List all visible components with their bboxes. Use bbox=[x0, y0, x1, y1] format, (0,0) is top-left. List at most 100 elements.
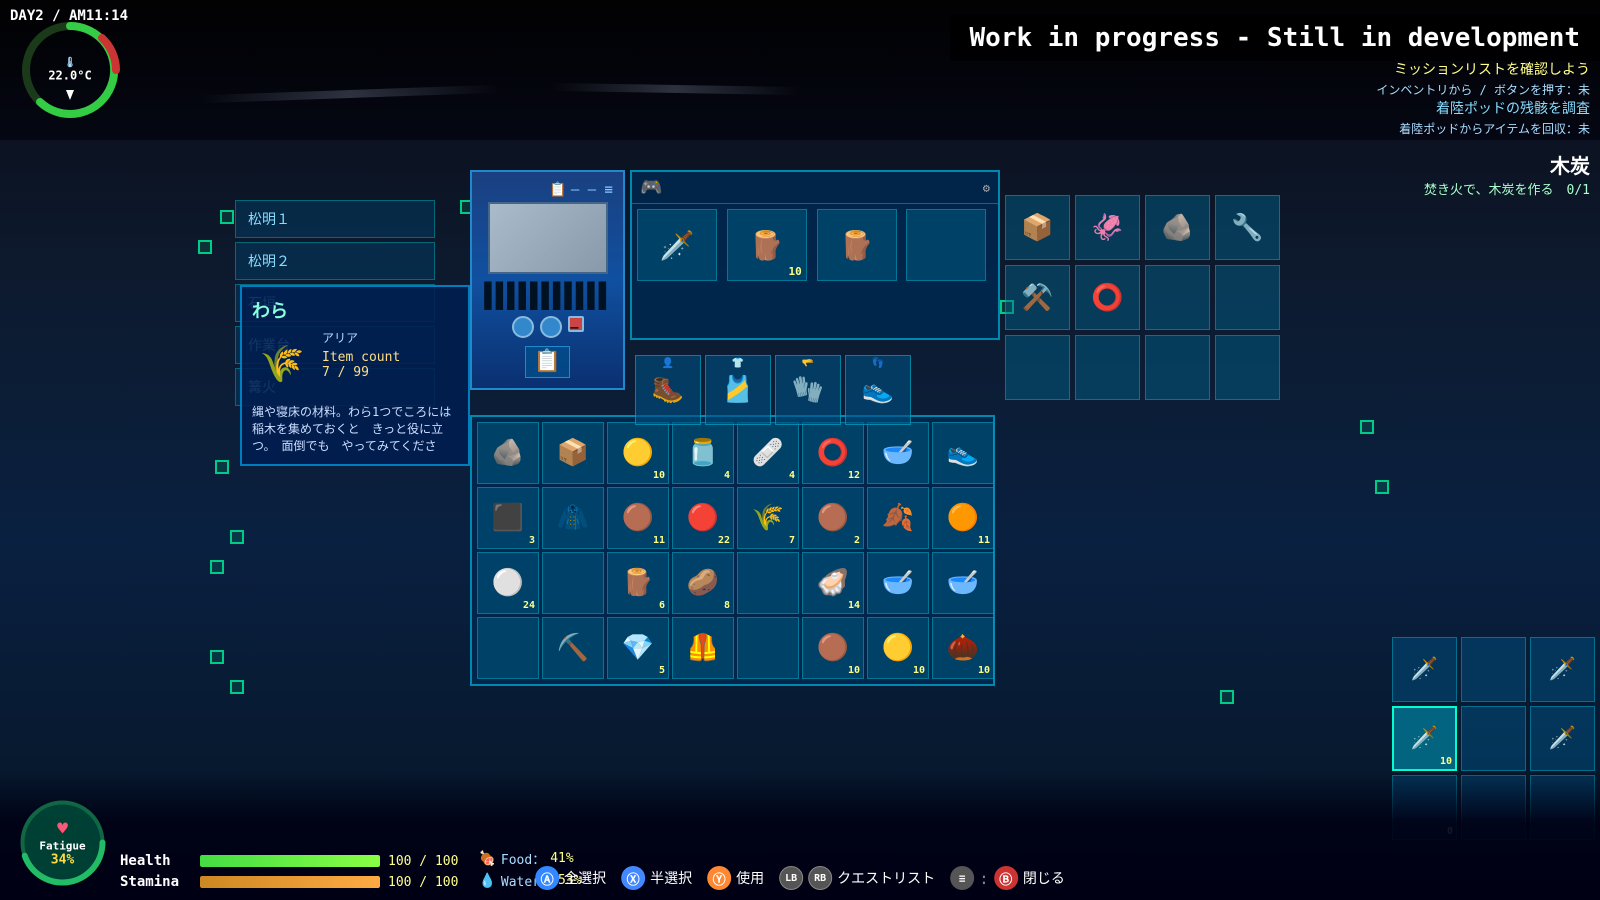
top-bar: DAY2 / AM11:14 🌡 22.0°C Work in progress… bbox=[0, 0, 1600, 140]
right-equip-cell-0[interactable]: 📦 bbox=[1005, 195, 1070, 260]
controller-icon: 🎮 bbox=[640, 177, 662, 198]
br-cell-3[interactable]: 🗡️10 bbox=[1392, 706, 1457, 771]
deco-square bbox=[215, 460, 229, 474]
main-inventory-panel: 🪨📦🟡10🫙4🩹4⭕12🥣👟⬛3🧥🟤11🔴22🌾7🟤2🍂🟠11⚪24🪵6🥔8🦪1… bbox=[470, 415, 995, 686]
device-btn-minus[interactable]: − bbox=[568, 316, 584, 332]
deco-square bbox=[230, 680, 244, 694]
main-inv-cell-25[interactable]: ⛏️ bbox=[542, 617, 604, 679]
br-cell-5[interactable]: 🗡️ bbox=[1530, 706, 1595, 771]
quest-item-1[interactable]: 松明２ bbox=[235, 242, 435, 280]
temperature-value: 🌡 22.0°C bbox=[48, 58, 91, 83]
health-bar-fill bbox=[200, 855, 380, 867]
weapon-slot-0[interactable]: 🗡️ bbox=[637, 209, 717, 281]
deco-square bbox=[210, 650, 224, 664]
mission-panel: ミッションリストを確認しよう インベントリから / ボタンを押す：未 着陸ポッド… bbox=[1376, 60, 1590, 138]
char-slot-0[interactable]: 👤 🥾 bbox=[635, 355, 701, 425]
device-barcode: ▌▌▌▌▌▌▌▌▌▌▌ bbox=[485, 282, 611, 310]
char-slot-3[interactable]: 👣 👟 bbox=[845, 355, 911, 425]
temperature-gauge: 🌡 22.0°C bbox=[20, 20, 120, 120]
main-inv-cell-29[interactable]: 🟤10 bbox=[802, 617, 864, 679]
item-name: 木炭 bbox=[1424, 150, 1590, 179]
char-slot-1[interactable]: 👕 🎽 bbox=[705, 355, 771, 425]
right-equip-cell-11[interactable] bbox=[1215, 335, 1280, 400]
item-info-panel: 木炭 焚き火で、木炭を作る 0/1 bbox=[1424, 150, 1590, 198]
tooltip-desc: 縄や寝床の材料。わら1つでころには 稲木を集めておくと きっと役に立つ。 面倒で… bbox=[252, 404, 458, 454]
upper-grid-panel: 🎮 ⚙ 🗡️ 🪵 10 🪵 bbox=[630, 170, 1000, 340]
right-equip-cell-10[interactable] bbox=[1145, 335, 1210, 400]
main-inv-cell-1[interactable]: 📦 bbox=[542, 422, 604, 484]
main-inv-cell-17[interactable] bbox=[542, 552, 604, 614]
quest-item-0[interactable]: 松明１ bbox=[235, 200, 435, 238]
main-inv-cell-3[interactable]: 🫙4 bbox=[672, 422, 734, 484]
action-select-all[interactable]: Ⓐ 全選択 bbox=[535, 866, 606, 890]
stamina-bar-bg bbox=[200, 876, 380, 888]
weapon-slot-3[interactable] bbox=[906, 209, 986, 281]
main-inv-cell-27[interactable]: 🦺 bbox=[672, 617, 734, 679]
action-half-select[interactable]: Ⓧ 半選択 bbox=[621, 866, 692, 890]
main-inv-cell-9[interactable]: 🧥 bbox=[542, 487, 604, 549]
main-inv-cell-16[interactable]: ⚪24 bbox=[477, 552, 539, 614]
grid-header: 🎮 ⚙ bbox=[632, 172, 998, 204]
main-inv-cell-18[interactable]: 🪵6 bbox=[607, 552, 669, 614]
right-equip-cell-4[interactable]: ⚒️ bbox=[1005, 265, 1070, 330]
action-use[interactable]: Ⓨ 使用 bbox=[707, 866, 764, 890]
action-close[interactable]: ≡ : Ⓑ 閉じる bbox=[950, 866, 1065, 890]
right-equip-cell-5[interactable]: ⭕ bbox=[1075, 265, 1140, 330]
main-inv-cell-26[interactable]: 💎5 bbox=[607, 617, 669, 679]
health-row: Health 100 / 100 bbox=[120, 853, 458, 869]
main-inv-cell-7[interactable]: 👟 bbox=[932, 422, 994, 484]
main-inv-cell-28[interactable] bbox=[737, 617, 799, 679]
action-quest-list[interactable]: LB RB クエストリスト bbox=[779, 866, 935, 890]
upper-weapon-grid: 🗡️ 🪵 10 🪵 bbox=[632, 204, 998, 286]
char-equip-row: 👤 🥾 👕 🎽 🫳 🧤 👣 👟 bbox=[630, 350, 916, 430]
wip-banner: Work in progress - Still in development bbox=[950, 15, 1600, 61]
btn-y: Ⓨ bbox=[707, 866, 731, 890]
main-inv-cell-22[interactable]: 🥣 bbox=[867, 552, 929, 614]
right-equip-panel: 📦🦑🪨🔧 ⚒️⭕ bbox=[1005, 195, 1280, 400]
main-inv-cell-30[interactable]: 🟡10 bbox=[867, 617, 929, 679]
device-btn-2[interactable] bbox=[540, 316, 562, 338]
main-inv-cell-10[interactable]: 🟤11 bbox=[607, 487, 669, 549]
main-inv-cell-31[interactable]: 🌰10 bbox=[932, 617, 994, 679]
br-cell-4[interactable] bbox=[1461, 706, 1526, 771]
device-btn-1[interactable] bbox=[512, 316, 534, 338]
main-inv-cell-6[interactable]: 🥣 bbox=[867, 422, 929, 484]
br-cell-0[interactable]: 🗡️ bbox=[1392, 637, 1457, 702]
main-inv-cell-11[interactable]: 🔴22 bbox=[672, 487, 734, 549]
item-desc: 焚き火で、木炭を作る 0/1 bbox=[1424, 179, 1590, 198]
main-inv-cell-0[interactable]: 🪨 bbox=[477, 422, 539, 484]
weapon-slot-2[interactable]: 🪵 bbox=[817, 209, 897, 281]
right-equip-cell-3[interactable]: 🔧 bbox=[1215, 195, 1280, 260]
deco-square bbox=[1220, 690, 1234, 704]
main-inv-cell-2[interactable]: 🟡10 bbox=[607, 422, 669, 484]
tooltip-icon: 🌾 bbox=[252, 329, 312, 399]
main-inv-cell-15[interactable]: 🟠11 bbox=[932, 487, 994, 549]
main-inv-cell-4[interactable]: 🩹4 bbox=[737, 422, 799, 484]
main-inv-cell-23[interactable]: 🥣 bbox=[932, 552, 994, 614]
right-equip-cell-6[interactable] bbox=[1145, 265, 1210, 330]
main-inv-cell-20[interactable] bbox=[737, 552, 799, 614]
char-slot-2[interactable]: 🫳 🧤 bbox=[775, 355, 841, 425]
right-equip-cell-2[interactable]: 🪨 bbox=[1145, 195, 1210, 260]
right-equip-cell-7[interactable] bbox=[1215, 265, 1280, 330]
main-inv-cell-13[interactable]: 🟤2 bbox=[802, 487, 864, 549]
main-inv-cell-14[interactable]: 🍂 bbox=[867, 487, 929, 549]
btn-menu: ≡ bbox=[950, 866, 974, 890]
stats-bars: Health 100 / 100 Stamina 100 / 100 bbox=[120, 853, 458, 890]
device-buttons[interactable]: − bbox=[512, 316, 584, 338]
deco-square bbox=[198, 240, 212, 254]
deco-square bbox=[1360, 420, 1374, 434]
main-inv-cell-8[interactable]: ⬛3 bbox=[477, 487, 539, 549]
br-cell-2[interactable]: 🗡️ bbox=[1530, 637, 1595, 702]
main-inv-cell-21[interactable]: 🦪14 bbox=[802, 552, 864, 614]
main-inv-cell-24[interactable] bbox=[477, 617, 539, 679]
weapon-slot-1[interactable]: 🪵 10 bbox=[727, 209, 807, 281]
right-equip-cell-9[interactable] bbox=[1075, 335, 1140, 400]
main-inv-grid: 🪨📦🟡10🫙4🩹4⭕12🥣👟⬛3🧥🟤11🔴22🌾7🟤2🍂🟠11⚪24🪵6🥔8🦪1… bbox=[472, 417, 993, 684]
right-equip-cell-8[interactable] bbox=[1005, 335, 1070, 400]
right-equip-cell-1[interactable]: 🦑 bbox=[1075, 195, 1140, 260]
main-inv-cell-19[interactable]: 🥔8 bbox=[672, 552, 734, 614]
br-cell-1[interactable] bbox=[1461, 637, 1526, 702]
main-inv-cell-5[interactable]: ⭕12 bbox=[802, 422, 864, 484]
main-inv-cell-12[interactable]: 🌾7 bbox=[737, 487, 799, 549]
